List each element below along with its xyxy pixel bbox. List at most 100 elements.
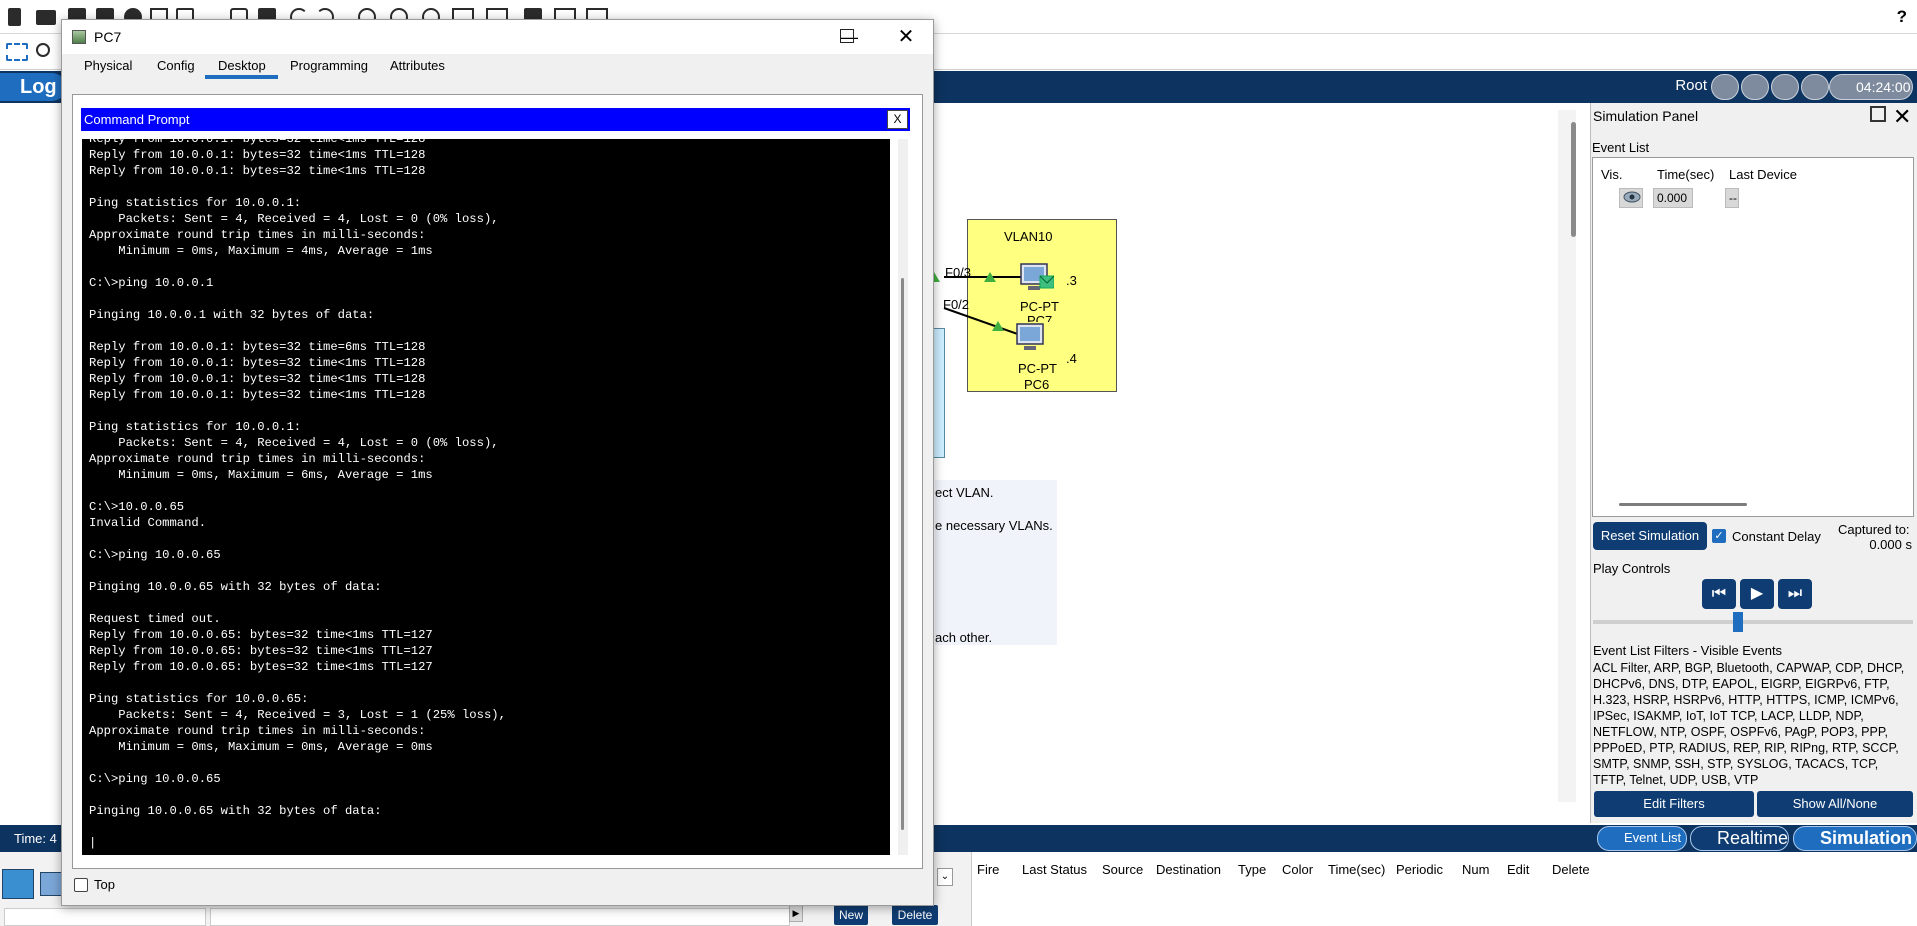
new-scenario-button[interactable]: New [834, 905, 868, 925]
terminal-line: Minimum = 0ms, Maximum = 4ms, Average = … [89, 244, 433, 258]
pdu-column-edit[interactable]: Edit [1507, 862, 1529, 877]
step-back-icon[interactable]: ⏮ [1702, 579, 1736, 609]
step-forward-icon[interactable]: ⏭ [1778, 579, 1812, 609]
terminal-line: Reply from 10.0.0.1: bytes=32 time<1ms T… [89, 388, 426, 402]
column-last-device[interactable]: Last Device [1729, 167, 1797, 182]
background-icon[interactable] [1801, 74, 1829, 100]
play-speed-slider[interactable] [1593, 620, 1913, 624]
device-category-icon[interactable] [2, 869, 34, 899]
help-icon[interactable]: ? [1897, 7, 1907, 27]
simulation-mode-button[interactable]: Simulation [1793, 826, 1917, 851]
show-all-none-button[interactable]: Show All/None [1757, 791, 1913, 817]
command-prompt-titlebar[interactable]: Command Prompt X [81, 108, 910, 131]
realtime-mode-button[interactable]: Realtime [1690, 826, 1789, 851]
clock[interactable]: 04:24:00 [1829, 74, 1913, 100]
event-list-table[interactable]: Vis. Time(sec) Last Device 0.000 -- [1592, 157, 1914, 517]
toggle-pdu-icon[interactable]: ▶ [789, 904, 803, 922]
pc6-ip-suffix: .4 [1066, 351, 1077, 366]
note-line-3: ach other. [935, 630, 993, 645]
maximize-icon[interactable] [840, 29, 854, 43]
pdu-column-periodic[interactable]: Periodic [1396, 862, 1443, 877]
pdu-column-destination[interactable]: Destination [1156, 862, 1221, 877]
pc7-ip-suffix: .3 [1066, 273, 1077, 288]
instructions-note[interactable] [935, 480, 1057, 645]
pdu-column-color[interactable]: Color [1282, 862, 1313, 877]
pdu-column-last-status[interactable]: Last Status [1022, 862, 1087, 877]
close-icon[interactable]: ✕ [1893, 104, 1911, 130]
tab-programming[interactable]: Programming [290, 58, 368, 73]
terminal-line: C:\>ping 10.0.0.65 [89, 548, 221, 562]
terminal-line: Packets: Sent = 4, Received = 4, Lost = … [89, 212, 499, 226]
pdu-column-type[interactable]: Type [1238, 862, 1266, 877]
pc7-device[interactable] [1020, 262, 1055, 296]
pc-icon [1016, 323, 1044, 350]
play-speed-thumb[interactable] [1732, 612, 1743, 632]
pdu-column-num[interactable]: Num [1462, 862, 1489, 877]
event-time[interactable]: 0.000 [1653, 188, 1693, 208]
select-icon[interactable] [6, 43, 28, 61]
column-vis[interactable]: Vis. [1601, 167, 1622, 182]
event-last-device[interactable]: -- [1725, 188, 1739, 208]
terminal-output[interactable]: Reply from 10.0.0.1: bytes=32 time<1ms T… [82, 139, 890, 855]
root-label[interactable]: Root [1675, 77, 1707, 94]
reset-simulation-button[interactable]: Reset Simulation [1593, 522, 1707, 550]
restore-icon[interactable] [1870, 106, 1886, 122]
terminal-line: Pinging 10.0.0.65 with 32 bytes of data: [89, 580, 382, 594]
tab-physical[interactable]: Physical [84, 58, 132, 73]
device-list[interactable] [210, 908, 790, 926]
delete-scenario-button[interactable]: Delete [892, 905, 938, 925]
edit-filters-button[interactable]: Edit Filters [1594, 791, 1754, 817]
scenario-dropdown-icon[interactable]: ⌄ [937, 868, 953, 886]
terminal-line: Invalid Command. [89, 516, 207, 530]
eye-icon[interactable] [1619, 188, 1643, 208]
cloud-icon[interactable] [1741, 74, 1769, 100]
top-checkbox[interactable] [74, 878, 88, 892]
pdu-column-time[interactable]: Time(sec) [1328, 862, 1385, 877]
pc7-titlebar[interactable]: PC7 — ✕ [62, 20, 933, 54]
tab-attributes[interactable]: Attributes [390, 58, 445, 73]
command-prompt-close-button[interactable]: X [887, 110, 908, 129]
new-file-icon[interactable] [8, 8, 21, 26]
close-window-icon[interactable]: ✕ [884, 26, 928, 48]
workspace-scrollbar-thumb[interactable] [1571, 122, 1576, 237]
pdu-column-source[interactable]: Source [1102, 862, 1143, 877]
terminal-line: Minimum = 0ms, Maximum = 0ms, Average = … [89, 740, 433, 754]
inspect-icon[interactable] [36, 43, 50, 57]
event-list-scrollbar[interactable] [1619, 503, 1747, 506]
switch-device[interactable] [933, 328, 945, 458]
move-icon[interactable] [1771, 74, 1799, 100]
command-prompt-title: Command Prompt [84, 112, 190, 127]
constant-delay-checkbox[interactable]: ✓ [1712, 529, 1726, 543]
pc-icon [1020, 263, 1055, 290]
terminal-line: Approximate round trip times in milli-se… [89, 228, 426, 242]
column-time[interactable]: Time(sec) [1657, 167, 1714, 182]
logical-view-button[interactable]: Log [0, 73, 66, 101]
play-icon[interactable]: ▶ [1740, 579, 1774, 609]
device-search-field[interactable] [4, 908, 206, 926]
back-icon[interactable] [1711, 74, 1739, 100]
pdu-column-delete[interactable]: Delete [1552, 862, 1590, 877]
tab-desktop[interactable]: Desktop [218, 58, 266, 73]
terminal-line: Approximate round trip times in milli-se… [89, 452, 426, 466]
terminal-line: | [89, 836, 97, 850]
vlan-label: VLAN10 [1004, 229, 1053, 244]
event-list-mode-button[interactable]: Event List [1597, 826, 1687, 851]
terminal-scrollbar-thumb[interactable] [901, 278, 904, 830]
captured-to-label: Captured to: [1838, 522, 1910, 537]
open-folder-icon[interactable] [36, 10, 56, 25]
captured-to-value: 0.000 s [1869, 537, 1912, 552]
pc6-name-label: PC6 [1024, 377, 1050, 392]
pc6-device[interactable] [1016, 322, 1050, 356]
active-tab-indicator [205, 75, 278, 79]
terminal-line: Reply from 10.0.0.1: bytes=32 time<1ms T… [89, 148, 426, 162]
pdu-column-fire[interactable]: Fire [977, 862, 999, 877]
tab-config[interactable]: Config [157, 58, 195, 73]
terminal-line: Approximate round trip times in milli-se… [89, 724, 426, 738]
terminal-line: Ping statistics for 10.0.0.1: [89, 420, 302, 434]
terminal-line: C:\>ping 10.0.0.1 [89, 276, 214, 290]
